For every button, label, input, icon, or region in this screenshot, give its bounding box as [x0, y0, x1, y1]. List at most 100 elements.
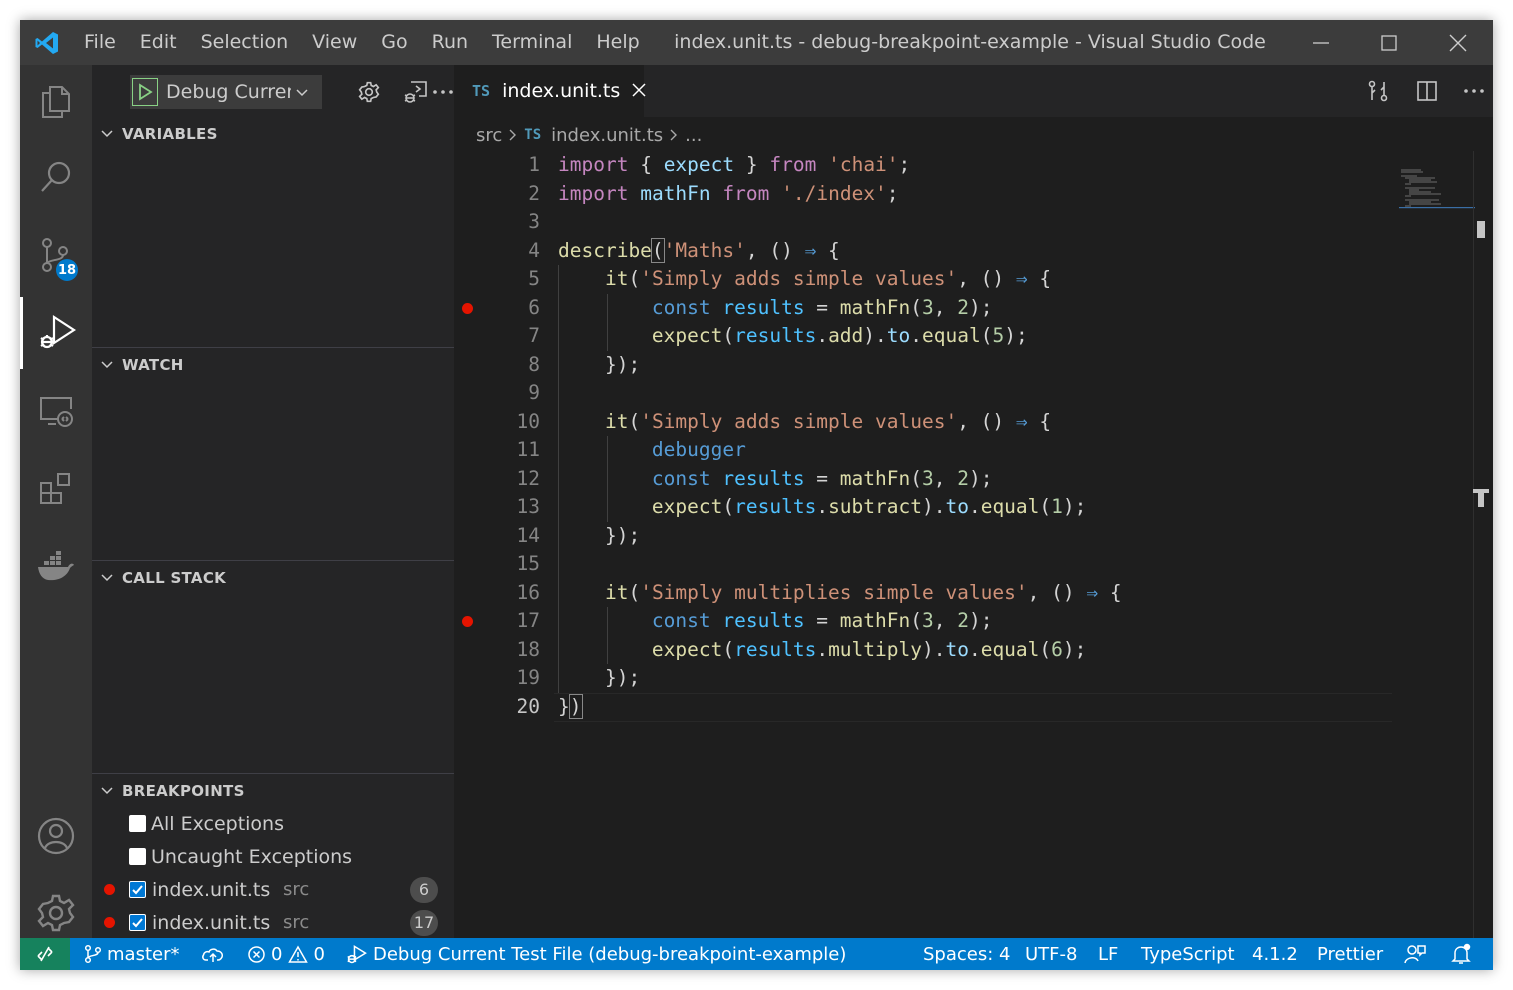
code-text: import { expect } from 'chai';	[558, 153, 911, 176]
feedback-button[interactable]	[1404, 938, 1431, 970]
checkbox[interactable]	[129, 815, 146, 832]
line-number: 19	[516, 666, 540, 689]
menu-help[interactable]: Help	[584, 20, 651, 65]
menu-selection[interactable]: Selection	[189, 20, 301, 65]
menu-terminal[interactable]: Terminal	[480, 20, 584, 65]
debug-sidebar: Debug Current Test File VARIA	[92, 65, 454, 938]
split-editor-button[interactable]	[1410, 74, 1444, 108]
close-icon	[632, 82, 646, 97]
prettier-status[interactable]: Prettier	[1317, 938, 1383, 970]
code-line[interactable]: 10 it('Simply adds simple values', () ⇒ …	[454, 408, 1414, 437]
code-line[interactable]: 4 describe('Maths', () ⇒ {	[454, 237, 1414, 266]
code-line[interactable]: 2 import mathFn from './index';	[454, 180, 1414, 209]
scrollbar-thumb[interactable]	[1477, 221, 1485, 238]
code-line[interactable]: 11 debugger	[454, 436, 1414, 465]
remote-indicator[interactable]	[20, 938, 70, 970]
line-number: 8	[528, 352, 540, 376]
notifications-button[interactable]	[1450, 938, 1477, 970]
callstack-header[interactable]: CALL STACK	[92, 561, 454, 595]
code-line[interactable]: 6 const results = mathFn(3, 2);	[454, 294, 1414, 323]
watch-header[interactable]: WATCH	[92, 348, 454, 382]
breadcrumb-more[interactable]: ...	[685, 125, 702, 146]
activity-docker[interactable]	[20, 531, 92, 603]
eol-setting[interactable]: LF	[1098, 938, 1118, 970]
breakpoints-title: BREAKPOINTS	[122, 782, 245, 800]
checkbox[interactable]	[129, 848, 146, 865]
search-icon	[41, 161, 71, 192]
breakpoint-dot-icon[interactable]	[462, 302, 473, 314]
breadcrumb-file[interactable]: index.unit.ts	[551, 125, 663, 146]
code-line[interactable]: 16 it('Simply multiplies simple values',…	[454, 579, 1414, 608]
activity-search[interactable]	[20, 141, 92, 213]
activity-source-control[interactable]: 18	[20, 219, 92, 291]
code-line[interactable]: 5 it('Simply adds simple values', () ⇒ {	[454, 265, 1414, 294]
activity-extensions[interactable]	[20, 453, 92, 525]
compare-changes-icon	[1368, 80, 1388, 102]
ellipsis-icon	[1464, 89, 1484, 93]
breakpoints-header[interactable]: BREAKPOINTS	[92, 774, 454, 808]
code-line[interactable]: 15	[454, 550, 1414, 579]
vertical-scrollbar[interactable]	[1473, 151, 1474, 938]
problems-indicator[interactable]: 0 0	[247, 938, 325, 970]
sync-button[interactable]	[201, 938, 230, 970]
code-text: expect(results.subtract).to.equal(1);	[651, 495, 1087, 518]
status-bar: master* 0 0 Debug Current Test File (deb…	[20, 938, 1493, 970]
open-launch-json-button[interactable]	[352, 75, 386, 109]
typescript-version[interactable]: 4.1.2	[1252, 938, 1298, 970]
breakpoint-all-exceptions[interactable]: All Exceptions	[92, 807, 454, 840]
encoding-setting[interactable]: UTF-8	[1025, 938, 1077, 970]
tab-close-button[interactable]	[632, 82, 646, 101]
breakpoint-uncaught-exceptions[interactable]: Uncaught Exceptions	[92, 840, 454, 873]
code-line[interactable]: 12 const results = mathFn(3, 2);	[454, 465, 1414, 494]
checkbox-checked[interactable]	[129, 881, 146, 898]
code-line[interactable]: 17 const results = mathFn(3, 2);	[454, 607, 1414, 636]
code-line[interactable]: 20})	[454, 693, 1414, 722]
git-branch[interactable]: master*	[84, 938, 179, 970]
code-line[interactable]: 8 });	[454, 351, 1414, 380]
breadcrumb-folder[interactable]: src	[476, 125, 502, 146]
minimize-button[interactable]	[1291, 20, 1351, 65]
code-line[interactable]: 7 expect(results.add).to.equal(5);	[454, 322, 1414, 351]
activity-explorer[interactable]	[20, 65, 92, 137]
code-line[interactable]: 19 });	[454, 664, 1414, 693]
maximize-button[interactable]	[1359, 20, 1419, 65]
indentation-setting[interactable]: Spaces: 4	[923, 938, 1010, 970]
variables-header[interactable]: VARIABLES	[92, 117, 454, 151]
breakpoint-item[interactable]: index.unit.ts src 17	[92, 906, 454, 939]
code-line[interactable]: 3	[454, 208, 1414, 237]
menu-run[interactable]: Run	[420, 20, 480, 65]
explorer-icon	[42, 86, 70, 118]
minimap[interactable]	[1399, 169, 1479, 209]
debug-config-status[interactable]: Debug Current Test File (debug-breakpoin…	[346, 938, 846, 970]
activity-accounts[interactable]	[20, 800, 92, 872]
menu-file[interactable]: File	[72, 20, 128, 65]
start-debugging-button[interactable]	[132, 78, 158, 106]
menu-view[interactable]: View	[300, 20, 369, 65]
code-line[interactable]: 14 });	[454, 522, 1414, 551]
open-changes-button[interactable]	[1361, 74, 1395, 108]
code-line[interactable]: 18 expect(results.multiply).to.equal(6);	[454, 636, 1414, 665]
activity-run-debug[interactable]	[20, 297, 92, 369]
breakpoint-item[interactable]: index.unit.ts src 6	[92, 873, 454, 906]
code-line[interactable]: 9	[454, 379, 1414, 408]
vscode-logo-icon	[35, 32, 58, 54]
code-line[interactable]: 13 expect(results.subtract).to.equal(1);	[454, 493, 1414, 522]
remote-icon	[37, 946, 53, 962]
breakpoint-dot-icon	[104, 917, 115, 928]
language-mode[interactable]: TypeScript	[1141, 938, 1235, 970]
menu-edit[interactable]: Edit	[128, 20, 189, 65]
code-line[interactable]: 1 import { expect } from 'chai';	[454, 151, 1414, 180]
window-title: index.unit.ts - debug-breakpoint-example…	[674, 31, 1266, 53]
warning-count: 0	[313, 943, 325, 965]
debug-config-select[interactable]: Debug Current Test File	[130, 75, 322, 109]
debug-alt-icon	[347, 945, 367, 964]
line-number: 17	[516, 609, 540, 632]
menu-go[interactable]: Go	[369, 20, 419, 65]
breakpoint-dot-icon[interactable]	[462, 616, 473, 627]
activity-remote-explorer[interactable]	[20, 375, 92, 447]
close-window-button[interactable]	[1428, 20, 1488, 65]
checkbox-checked[interactable]	[129, 914, 146, 931]
editor-more-actions-button[interactable]	[1457, 74, 1491, 108]
tab-index-unit-ts[interactable]: TS index.unit.ts	[454, 65, 646, 117]
breakpoint-line-badge: 17	[410, 909, 438, 936]
